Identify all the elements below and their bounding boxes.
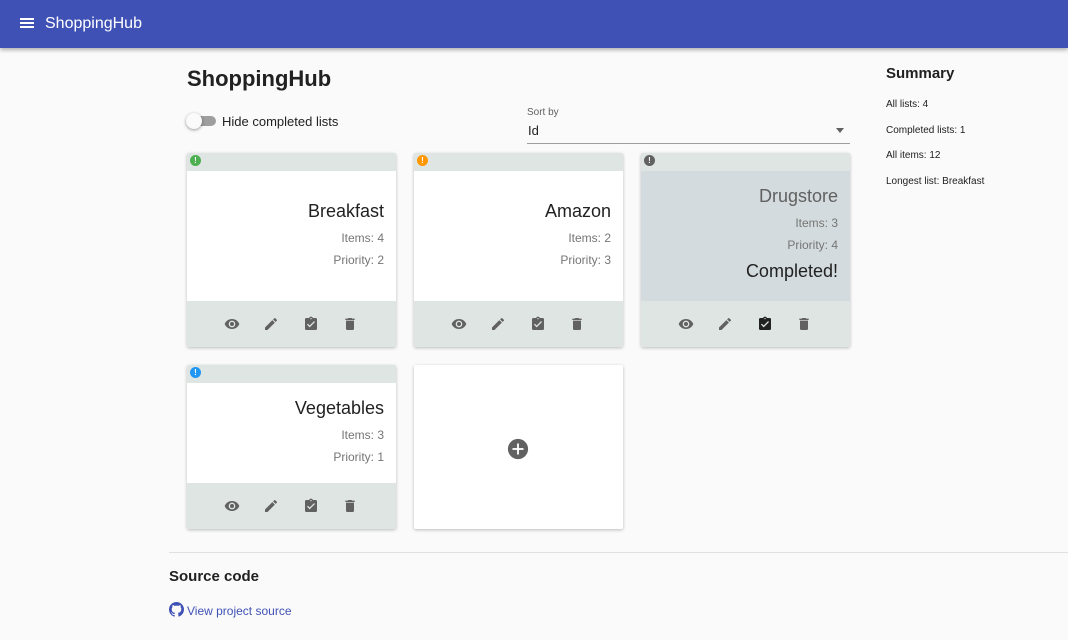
source-link-label: View project source [187, 604, 292, 618]
list-items-count: Items: 3 [795, 216, 838, 230]
toggle-thumb [186, 113, 202, 129]
list-name: Drugstore [758, 186, 838, 206]
pencil-icon[interactable] [263, 316, 279, 332]
eye-icon[interactable] [224, 498, 240, 514]
sort-label: Sort by [527, 107, 559, 118]
card-header: ! [187, 365, 396, 383]
summary-all-items: All items: 12 [886, 150, 941, 161]
list-items-count: Items: 2 [568, 231, 611, 245]
view-project-source-link[interactable]: View project source [169, 602, 292, 620]
card-header: ! [187, 153, 396, 171]
eye-icon[interactable] [451, 316, 467, 332]
add-list-card[interactable] [414, 365, 623, 529]
sort-select[interactable]: Sort by Id [527, 104, 850, 144]
card-header: ! [641, 153, 850, 171]
pencil-icon[interactable] [263, 498, 279, 514]
list-name: Breakfast [307, 201, 384, 221]
eye-icon[interactable] [678, 316, 694, 332]
priority-status-icon: ! [417, 155, 428, 166]
trash-icon[interactable] [342, 316, 358, 332]
card-body: Drugstore Items: 3 Priority: 4 Completed… [641, 171, 850, 301]
card-actions [414, 301, 623, 347]
list-priority: Priority: 4 [787, 238, 838, 252]
list-card-drugstore[interactable]: ! Drugstore Items: 3 Priority: 4 Complet… [641, 153, 850, 347]
card-body: Amazon Items: 2 Priority: 3 [414, 171, 623, 301]
summary-all-lists: All lists: 4 [886, 99, 929, 110]
card-actions [187, 483, 396, 529]
chevron-down-icon [836, 128, 844, 133]
trash-icon[interactable] [569, 316, 585, 332]
source-code-heading: Source code [169, 568, 260, 585]
sort-value: Id [528, 123, 539, 138]
clipboard-check-icon[interactable] [303, 498, 319, 514]
list-card-breakfast[interactable]: ! Breakfast Items: 4 Priority: 2 [187, 153, 396, 347]
pencil-icon[interactable] [490, 316, 506, 332]
plus-circle-icon[interactable] [507, 438, 529, 460]
hide-completed-toggle[interactable] [186, 113, 216, 129]
sort-underline [527, 143, 850, 144]
card-header: ! [414, 153, 623, 171]
summary-title: Summary [886, 65, 955, 82]
hide-completed-label: Hide completed lists [222, 114, 339, 129]
list-priority: Priority: 1 [333, 450, 384, 464]
list-name: Amazon [544, 201, 611, 221]
footer-divider [169, 552, 1068, 553]
trash-icon[interactable] [796, 316, 812, 332]
pencil-icon[interactable] [717, 316, 733, 332]
list-items-count: Items: 4 [341, 231, 384, 245]
list-name: Vegetables [294, 398, 384, 418]
card-actions [187, 301, 396, 347]
clipboard-check-icon[interactable] [303, 316, 319, 332]
app-bar: ShoppingHub [0, 0, 1068, 48]
page-title: ShoppingHub [187, 66, 332, 91]
clipboard-check-icon[interactable] [530, 316, 546, 332]
card-actions [641, 301, 850, 347]
completed-label: Completed! [745, 261, 838, 281]
clipboard-check-icon[interactable] [757, 316, 773, 332]
priority-status-icon: ! [190, 367, 201, 378]
priority-status-icon: ! [190, 155, 201, 166]
app-title: ShoppingHub [45, 15, 142, 32]
card-body: Breakfast Items: 4 Priority: 2 [187, 171, 396, 301]
trash-icon[interactable] [342, 498, 358, 514]
list-card-amazon[interactable]: ! Amazon Items: 2 Priority: 3 [414, 153, 623, 347]
github-icon [169, 602, 187, 620]
eye-icon[interactable] [224, 316, 240, 332]
list-priority: Priority: 3 [560, 253, 611, 267]
menu-icon[interactable] [18, 15, 36, 33]
list-priority: Priority: 2 [333, 253, 384, 267]
summary-completed-lists: Completed lists: 1 [886, 125, 966, 136]
priority-status-icon: ! [644, 155, 655, 166]
list-items-count: Items: 3 [341, 428, 384, 442]
summary-longest-list: Longest list: Breakfast [886, 176, 985, 187]
list-card-vegetables[interactable]: ! Vegetables Items: 3 Priority: 1 [187, 365, 396, 529]
card-body: Vegetables Items: 3 Priority: 1 [187, 383, 396, 483]
